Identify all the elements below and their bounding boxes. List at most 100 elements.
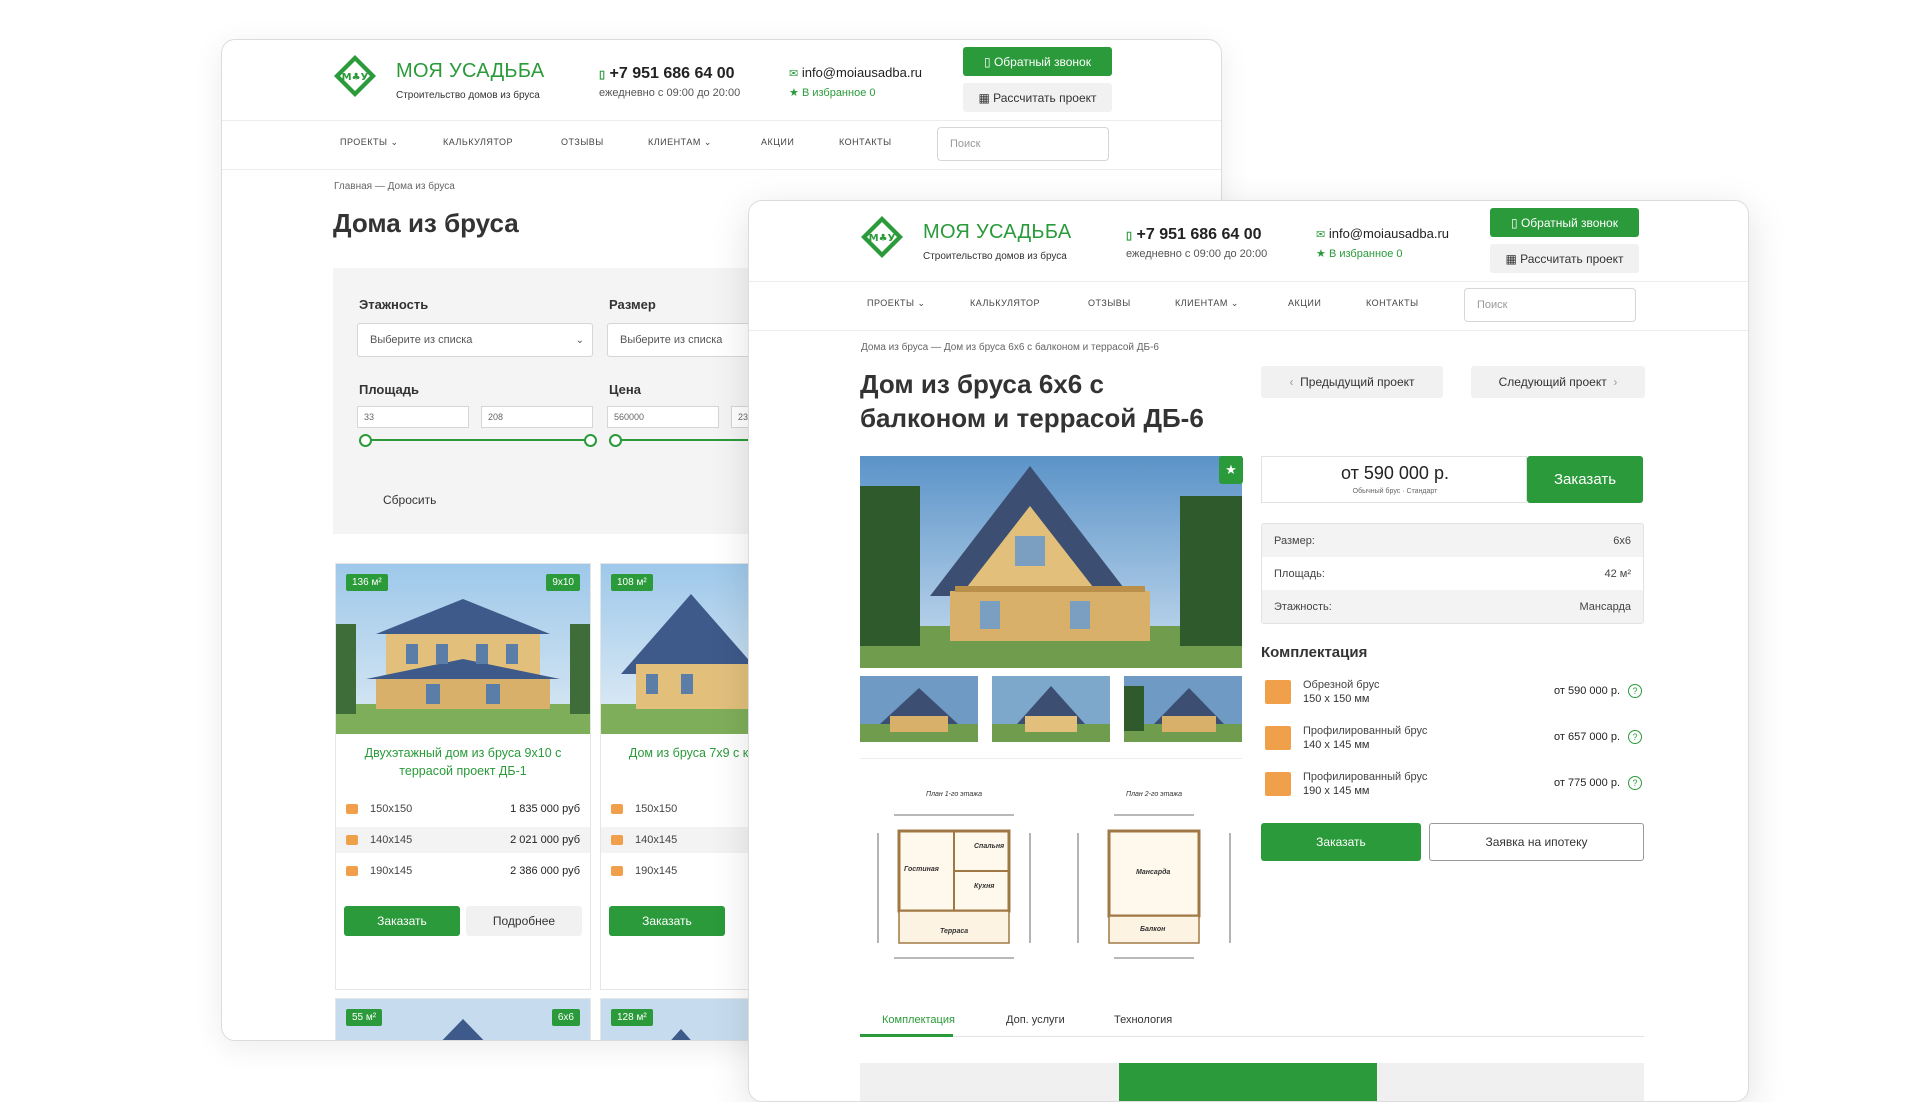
brand-name[interactable]: МОЯ УСАДЬБА	[923, 221, 1072, 244]
nav-label: ПРОЕКТЫ	[340, 137, 388, 147]
thumbnail[interactable]	[860, 676, 978, 742]
area-max-input[interactable]: 208	[481, 406, 593, 428]
spec-label: Этажность:	[1274, 600, 1332, 613]
favorite-star-button[interactable]: ★	[1219, 456, 1243, 484]
floor-plan-1[interactable]: План 1-го этажа Гостиная Спальня Кухня Т…	[874, 791, 1034, 966]
area-slider-min-handle[interactable]	[359, 434, 372, 447]
breadcrumb-category[interactable]: Дома из бруса	[861, 342, 928, 353]
email-link[interactable]: ✉ info@moiausadba.ru	[1316, 226, 1449, 241]
phone-icon: ▯	[984, 54, 994, 69]
plan-title: План 1-го этажа	[926, 791, 982, 798]
email-text: info@moiausadba.ru	[801, 65, 922, 80]
nav-promo[interactable]: АКЦИИ	[1288, 298, 1321, 308]
search-input[interactable]: Поиск	[937, 127, 1109, 161]
breadcrumb-sep: —	[931, 342, 942, 353]
size-badge: 6x6	[551, 1009, 580, 1026]
nav-contacts[interactable]: КОНТАКТЫ	[839, 137, 892, 147]
thumbnail[interactable]	[992, 676, 1110, 742]
help-icon[interactable]: ?	[1628, 776, 1642, 790]
segment-active[interactable]	[1119, 1063, 1377, 1101]
wood-icon	[346, 866, 358, 876]
favorites-link[interactable]: ★ В избранное 0	[789, 86, 876, 99]
order-button[interactable]: Заказать	[1527, 456, 1643, 503]
tab-technology[interactable]: Технология	[1114, 1014, 1172, 1026]
wood-icon	[346, 835, 358, 845]
wood-icon	[346, 804, 358, 814]
price-label: Цена	[609, 382, 641, 397]
timber-icon	[1265, 680, 1291, 704]
timber-size: 140x145	[635, 834, 678, 846]
work-hours: ежедневно с 09:00 до 20:00	[1126, 248, 1268, 260]
logo-icon[interactable]: М♣У	[860, 215, 904, 259]
favorites-text: В избранное 0	[801, 87, 876, 99]
callback-label: Обратный звонок	[993, 54, 1091, 69]
nav-calculator[interactable]: КАЛЬКУЛЯТОР	[443, 137, 513, 147]
price-note: Обычный брус · Стандарт	[1352, 488, 1438, 495]
nav-clients[interactable]: КЛИЕНТАМ ⌄	[1175, 298, 1239, 309]
floor-plan-2[interactable]: План 2-го этажа Мансарда Балкон	[1074, 791, 1234, 966]
main-house-photo[interactable]	[860, 456, 1242, 668]
order-button-secondary[interactable]: Заказать	[1261, 823, 1421, 861]
svg-text:М♣У: М♣У	[342, 72, 369, 83]
reset-filters-button[interactable]: Сбросить	[383, 493, 436, 507]
help-icon[interactable]: ?	[1628, 730, 1642, 744]
calc-project-button[interactable]: ▦ Рассчитать проект	[963, 83, 1112, 112]
nav-reviews[interactable]: ОТЗЫВЫ	[1088, 298, 1131, 308]
room-label: Спальня	[974, 843, 1005, 850]
price-min-input[interactable]: 560000	[607, 406, 719, 428]
favorites-text: В избранное 0	[1328, 248, 1403, 260]
floors-select[interactable]: Выберите из списка ⌄	[357, 323, 593, 357]
next-project-button[interactable]: Следующий проект ›	[1471, 366, 1645, 398]
chevron-down-icon: ⌄	[390, 137, 399, 147]
nav-calculator[interactable]: КАЛЬКУЛЯТОР	[970, 298, 1040, 308]
search-input[interactable]: Поиск	[1464, 288, 1636, 322]
callback-button[interactable]: ▯ Обратный звонок	[963, 47, 1112, 76]
chevron-right-icon: ›	[1606, 375, 1618, 389]
nav-reviews[interactable]: ОТЗЫВЫ	[561, 137, 604, 147]
order-button[interactable]: Заказать	[344, 906, 460, 936]
area-slider-track[interactable]	[365, 439, 591, 441]
page-title: Дома из бруса	[333, 208, 519, 238]
order-button[interactable]: Заказать	[609, 906, 725, 936]
details-button[interactable]: Подробнее	[466, 906, 582, 936]
nav-projects[interactable]: ПРОЕКТЫ ⌄	[340, 137, 399, 148]
row-price: 2 021 000 руб	[510, 834, 580, 846]
timber-price: от 775 000 р.	[1554, 777, 1620, 789]
phone-number[interactable]: ▯ +7 951 686 64 00	[599, 65, 735, 83]
project-card[interactable]: 55 м² 6x6	[335, 998, 591, 1040]
nav-contacts[interactable]: КОНТАКТЫ	[1366, 298, 1419, 308]
area-badge: 128 м²	[611, 1009, 653, 1026]
breadcrumb-current: Дом из бруса 6х6 с балконом и террасой Д…	[943, 342, 1159, 353]
area-badge: 136 м²	[346, 574, 388, 591]
size-badge: 9x10	[546, 574, 580, 591]
phone-number[interactable]: ▯ +7 951 686 64 00	[1126, 226, 1262, 244]
mortgage-button[interactable]: Заявка на ипотеку	[1429, 823, 1644, 861]
tab-komplekt[interactable]: Комплектация	[882, 1014, 955, 1026]
prev-project-button[interactable]: ‹ Предыдущий проект	[1261, 366, 1443, 398]
brand-tagline: Строительство домов из бруса	[923, 251, 1067, 262]
area-min-input[interactable]: 33	[357, 406, 469, 428]
breadcrumb-home[interactable]: Главная	[334, 181, 372, 192]
nav-clients[interactable]: КЛИЕНТАМ ⌄	[648, 137, 712, 148]
callback-button[interactable]: ▯ Обратный звонок	[1490, 208, 1639, 237]
nav-projects[interactable]: ПРОЕКТЫ ⌄	[867, 298, 926, 309]
help-icon[interactable]: ?	[1628, 684, 1642, 698]
email-link[interactable]: ✉ info@moiausadba.ru	[789, 65, 922, 80]
active-tab-indicator	[860, 1034, 953, 1037]
timber-size: 140x145	[370, 834, 413, 846]
nav-label: КЛИЕНТАМ	[1175, 298, 1228, 308]
area-label: Площадь	[359, 382, 419, 397]
thumbnail[interactable]	[1124, 676, 1242, 742]
price-slider-min-handle[interactable]	[609, 434, 622, 447]
favorites-link[interactable]: ★ В избранное 0	[1316, 247, 1403, 260]
floors-label: Этажность	[359, 297, 429, 312]
brand-name[interactable]: МОЯ УСАДЬБА	[396, 60, 545, 83]
project-card[interactable]: 136 м² 9x10 Двухэтажный дом из бруса 9х1…	[335, 563, 591, 990]
area-slider-max-handle[interactable]	[584, 434, 597, 447]
timber-size: 150x150	[635, 803, 678, 815]
logo-icon[interactable]: М♣У	[333, 54, 377, 98]
calc-project-button[interactable]: ▦ Рассчитать проект	[1490, 244, 1639, 273]
project-title[interactable]: Двухэтажный дом из бруса 9х10 с террасой…	[346, 744, 580, 780]
tab-services[interactable]: Доп. услуги	[1006, 1014, 1065, 1026]
nav-promo[interactable]: АКЦИИ	[761, 137, 794, 147]
